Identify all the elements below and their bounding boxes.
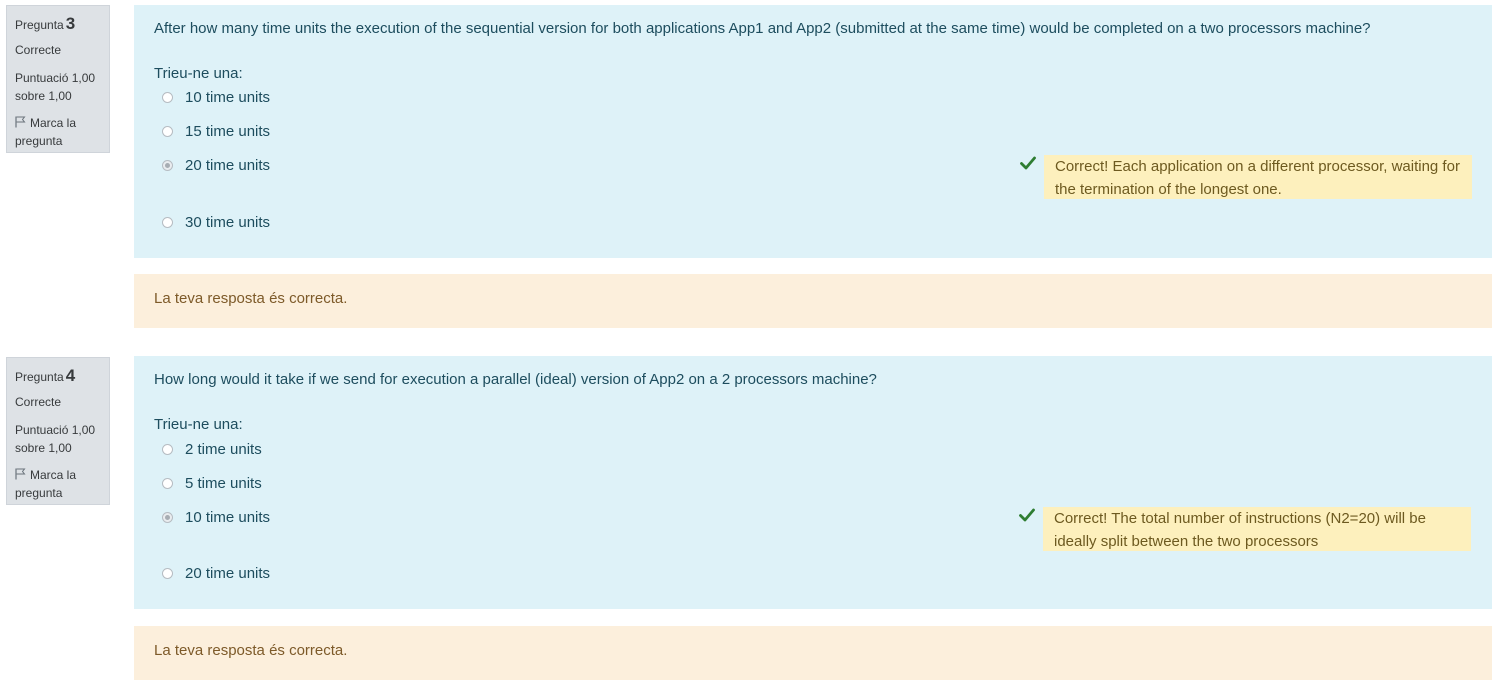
option-label: 5 time units xyxy=(185,475,262,492)
flag-icon xyxy=(15,116,26,128)
radio-button[interactable] xyxy=(162,126,173,137)
answer-option[interactable]: 10 time units xyxy=(162,89,270,111)
radio-button[interactable] xyxy=(162,217,173,228)
option-label: 20 time units xyxy=(185,565,271,582)
outcome-box: La teva resposta és correcta. xyxy=(134,274,1492,328)
grade-line: sobre 1,00 xyxy=(15,89,72,103)
option-label: 2 time units xyxy=(185,441,262,458)
outcome-box: La teva resposta és correcta. xyxy=(134,626,1492,680)
grade-line: Puntuació 1,00 xyxy=(15,423,96,437)
option-label: 10 time units xyxy=(185,89,271,106)
radio-button-checked[interactable] xyxy=(162,160,173,171)
option-label: 30 time units xyxy=(185,214,271,231)
question-info: Pregunta 4 Correcte Puntuació 1,00 sobre … xyxy=(6,357,110,505)
radio-button[interactable] xyxy=(162,568,173,579)
question-text: After how many time units the execution … xyxy=(154,20,1371,37)
question-number: 4 xyxy=(65,366,76,385)
answer-option[interactable]: 15 time units xyxy=(162,123,270,145)
question-formulation: How long would it take if we send for ex… xyxy=(134,356,1492,609)
flag-icon xyxy=(15,468,26,480)
radio-button[interactable] xyxy=(162,92,173,103)
question-state: Correcte xyxy=(15,395,62,409)
question-state: Correcte xyxy=(15,43,62,57)
flag-label: pregunta xyxy=(15,486,63,500)
flag-label: Marca la xyxy=(30,468,77,482)
answer-option[interactable]: 20 time units xyxy=(162,565,270,587)
question-label: Pregunta xyxy=(15,370,64,384)
radio-button[interactable] xyxy=(162,478,173,489)
question-number-line: Pregunta 4 xyxy=(15,366,101,386)
check-icon xyxy=(1019,508,1035,522)
flag-question-link[interactable]: Marca la pregunta xyxy=(15,466,101,502)
answer-option-selected[interactable]: 10 time units xyxy=(162,509,270,531)
grade-line: Puntuació 1,00 xyxy=(15,71,96,85)
answer-option-selected[interactable]: 20 time units xyxy=(162,157,270,179)
option-label: 20 time units xyxy=(185,157,271,174)
option-label: 15 time units xyxy=(185,123,271,140)
check-icon xyxy=(1020,156,1036,170)
answer-option[interactable]: 2 time units xyxy=(162,441,262,463)
question-label: Pregunta xyxy=(15,18,64,32)
answer-option[interactable]: 30 time units xyxy=(162,214,270,236)
specific-feedback: Correct! The total number of instruction… xyxy=(1043,507,1471,551)
answer-option[interactable]: 5 time units xyxy=(162,475,262,497)
question-number-line: Pregunta 3 xyxy=(15,14,101,34)
question-number: 3 xyxy=(65,14,76,33)
question-formulation: After how many time units the execution … xyxy=(134,5,1492,258)
question-text: How long would it take if we send for ex… xyxy=(154,371,877,388)
flag-label: Marca la xyxy=(30,116,77,130)
radio-button-checked[interactable] xyxy=(162,512,173,523)
answer-prompt: Trieu-ne una: xyxy=(154,416,243,433)
answer-prompt: Trieu-ne una: xyxy=(154,65,243,82)
question-info: Pregunta 3 Correcte Puntuació 1,00 sobre … xyxy=(6,5,110,153)
flag-question-link[interactable]: Marca la pregunta xyxy=(15,114,101,150)
grade-line: sobre 1,00 xyxy=(15,441,72,455)
radio-button[interactable] xyxy=(162,444,173,455)
flag-label: pregunta xyxy=(15,134,63,148)
question-grade: Puntuació 1,00 sobre 1,00 xyxy=(15,69,101,105)
specific-feedback: Correct! Each application on a different… xyxy=(1044,155,1472,199)
option-label: 10 time units xyxy=(185,509,271,526)
outcome-text: La teva resposta és correcta. xyxy=(154,290,348,307)
outcome-text: La teva resposta és correcta. xyxy=(154,642,348,659)
question-grade: Puntuació 1,00 sobre 1,00 xyxy=(15,421,101,457)
